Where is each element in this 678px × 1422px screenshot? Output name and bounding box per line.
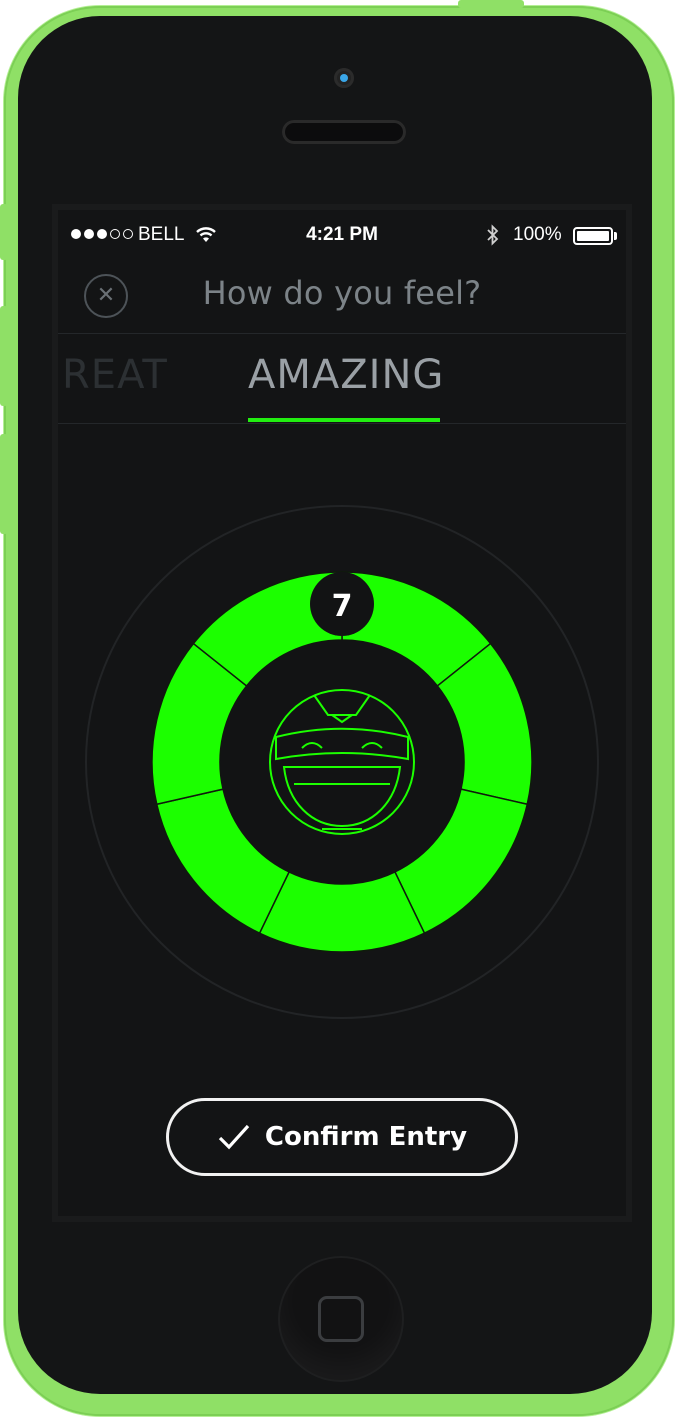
battery-icon bbox=[573, 227, 613, 245]
confirm-entry-label: Confirm Entry bbox=[264, 1122, 468, 1152]
score-value: 7 bbox=[332, 589, 353, 624]
confirm-entry-button[interactable]: Confirm Entry bbox=[166, 1098, 518, 1176]
bluetooth-icon bbox=[487, 224, 499, 246]
tab-previous-mood[interactable]: GREAT bbox=[58, 352, 168, 398]
sleep-button[interactable] bbox=[458, 0, 524, 8]
home-button[interactable] bbox=[278, 1256, 404, 1382]
app-screen: BELL 4:21 PM 100% ✕ How do you feel? GRE… bbox=[52, 204, 632, 1222]
mood-tabs: GREAT AMAZING bbox=[58, 334, 626, 424]
mute-switch[interactable] bbox=[0, 204, 8, 260]
battery-tip bbox=[614, 232, 617, 240]
mood-dial[interactable]: 7 bbox=[80, 500, 604, 1024]
home-square-icon bbox=[318, 1296, 364, 1342]
volume-down-button[interactable] bbox=[0, 434, 8, 534]
dial-inner-disc bbox=[220, 640, 464, 884]
volume-up-button[interactable] bbox=[0, 306, 8, 406]
page-title: How do you feel? bbox=[202, 274, 482, 312]
battery-percent: 100% bbox=[513, 224, 562, 245]
front-camera bbox=[334, 68, 354, 88]
tab-active-indicator bbox=[248, 418, 440, 422]
screen-header: ✕ How do you feel? bbox=[58, 258, 626, 334]
tab-current-mood[interactable]: AMAZING bbox=[248, 352, 443, 398]
status-bar: BELL 4:21 PM 100% bbox=[58, 218, 626, 258]
earpiece-speaker bbox=[282, 120, 406, 144]
check-icon bbox=[218, 1124, 250, 1150]
